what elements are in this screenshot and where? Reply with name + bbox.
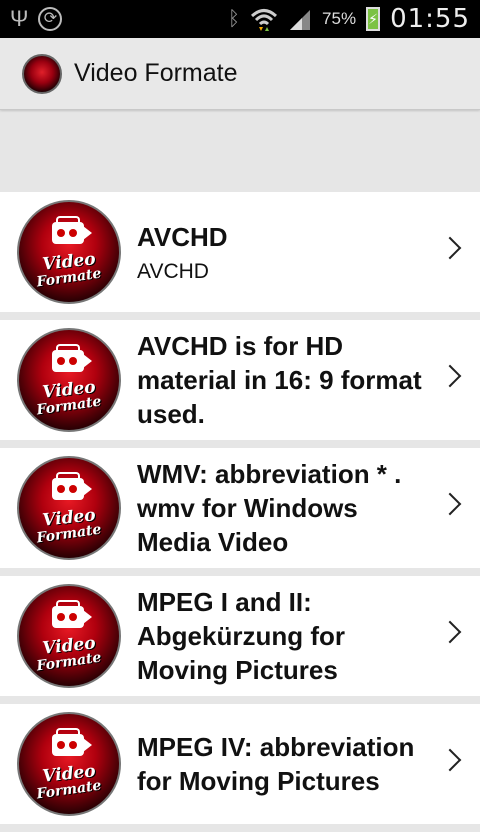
app-title: Video Formate <box>74 59 238 87</box>
signal-icon <box>290 10 311 30</box>
list-item-title: AVCHD is for HD material in 16: 9 format… <box>137 331 422 429</box>
clock: 01:55 <box>390 4 470 34</box>
usb-icon: Ψ <box>10 6 29 31</box>
list-item[interactable]: Video Formate WMV: abbreviation * . wmv … <box>0 448 480 568</box>
list-item-title: MPEG IV: abbreviation for Moving Picture… <box>137 732 415 796</box>
list-item[interactable]: Video Formate AVCHD is for HD material i… <box>0 320 480 440</box>
wifi-icon <box>251 9 278 31</box>
video-formate-logo-icon: Video Formate <box>17 584 121 688</box>
app-logo-icon[interactable] <box>22 53 62 94</box>
list-item-subtitle: AVCHD <box>137 260 209 283</box>
status-bar: Ψ ⟳ ᛒ 75% ⚡ 01:55 <box>0 0 480 38</box>
video-formate-logo-icon: Video Formate <box>17 712 121 816</box>
video-format-list: Video Formate AVCHD AVCHD Video Formate … <box>0 192 480 832</box>
list-item[interactable]: Video Formate AVCHD AVCHD <box>0 192 480 312</box>
video-formate-logo-icon: Video Formate <box>17 328 121 432</box>
action-bar: Video Formate <box>0 38 480 110</box>
list-item[interactable]: Video Formate MPEG IV: abbreviation for … <box>0 704 480 824</box>
list-item-title: MPEG I and II: Abgekürzung for Moving Pi… <box>137 587 345 685</box>
list-item-title: WMV: abbreviation * . wmv for Windows Me… <box>137 459 402 557</box>
video-formate-logo-icon: Video Formate <box>17 200 121 304</box>
list-item[interactable]: Video Formate MPEG I and II: Abgekürzung… <box>0 576 480 696</box>
list-item-title: AVCHD <box>137 222 228 252</box>
battery-charging-icon: ⚡ <box>366 7 381 31</box>
battery-percent: 75% <box>322 9 357 28</box>
sync-icon: ⟳ <box>38 7 63 31</box>
bluetooth-icon: ᛒ <box>228 7 241 30</box>
video-formate-logo-icon: Video Formate <box>17 456 121 560</box>
